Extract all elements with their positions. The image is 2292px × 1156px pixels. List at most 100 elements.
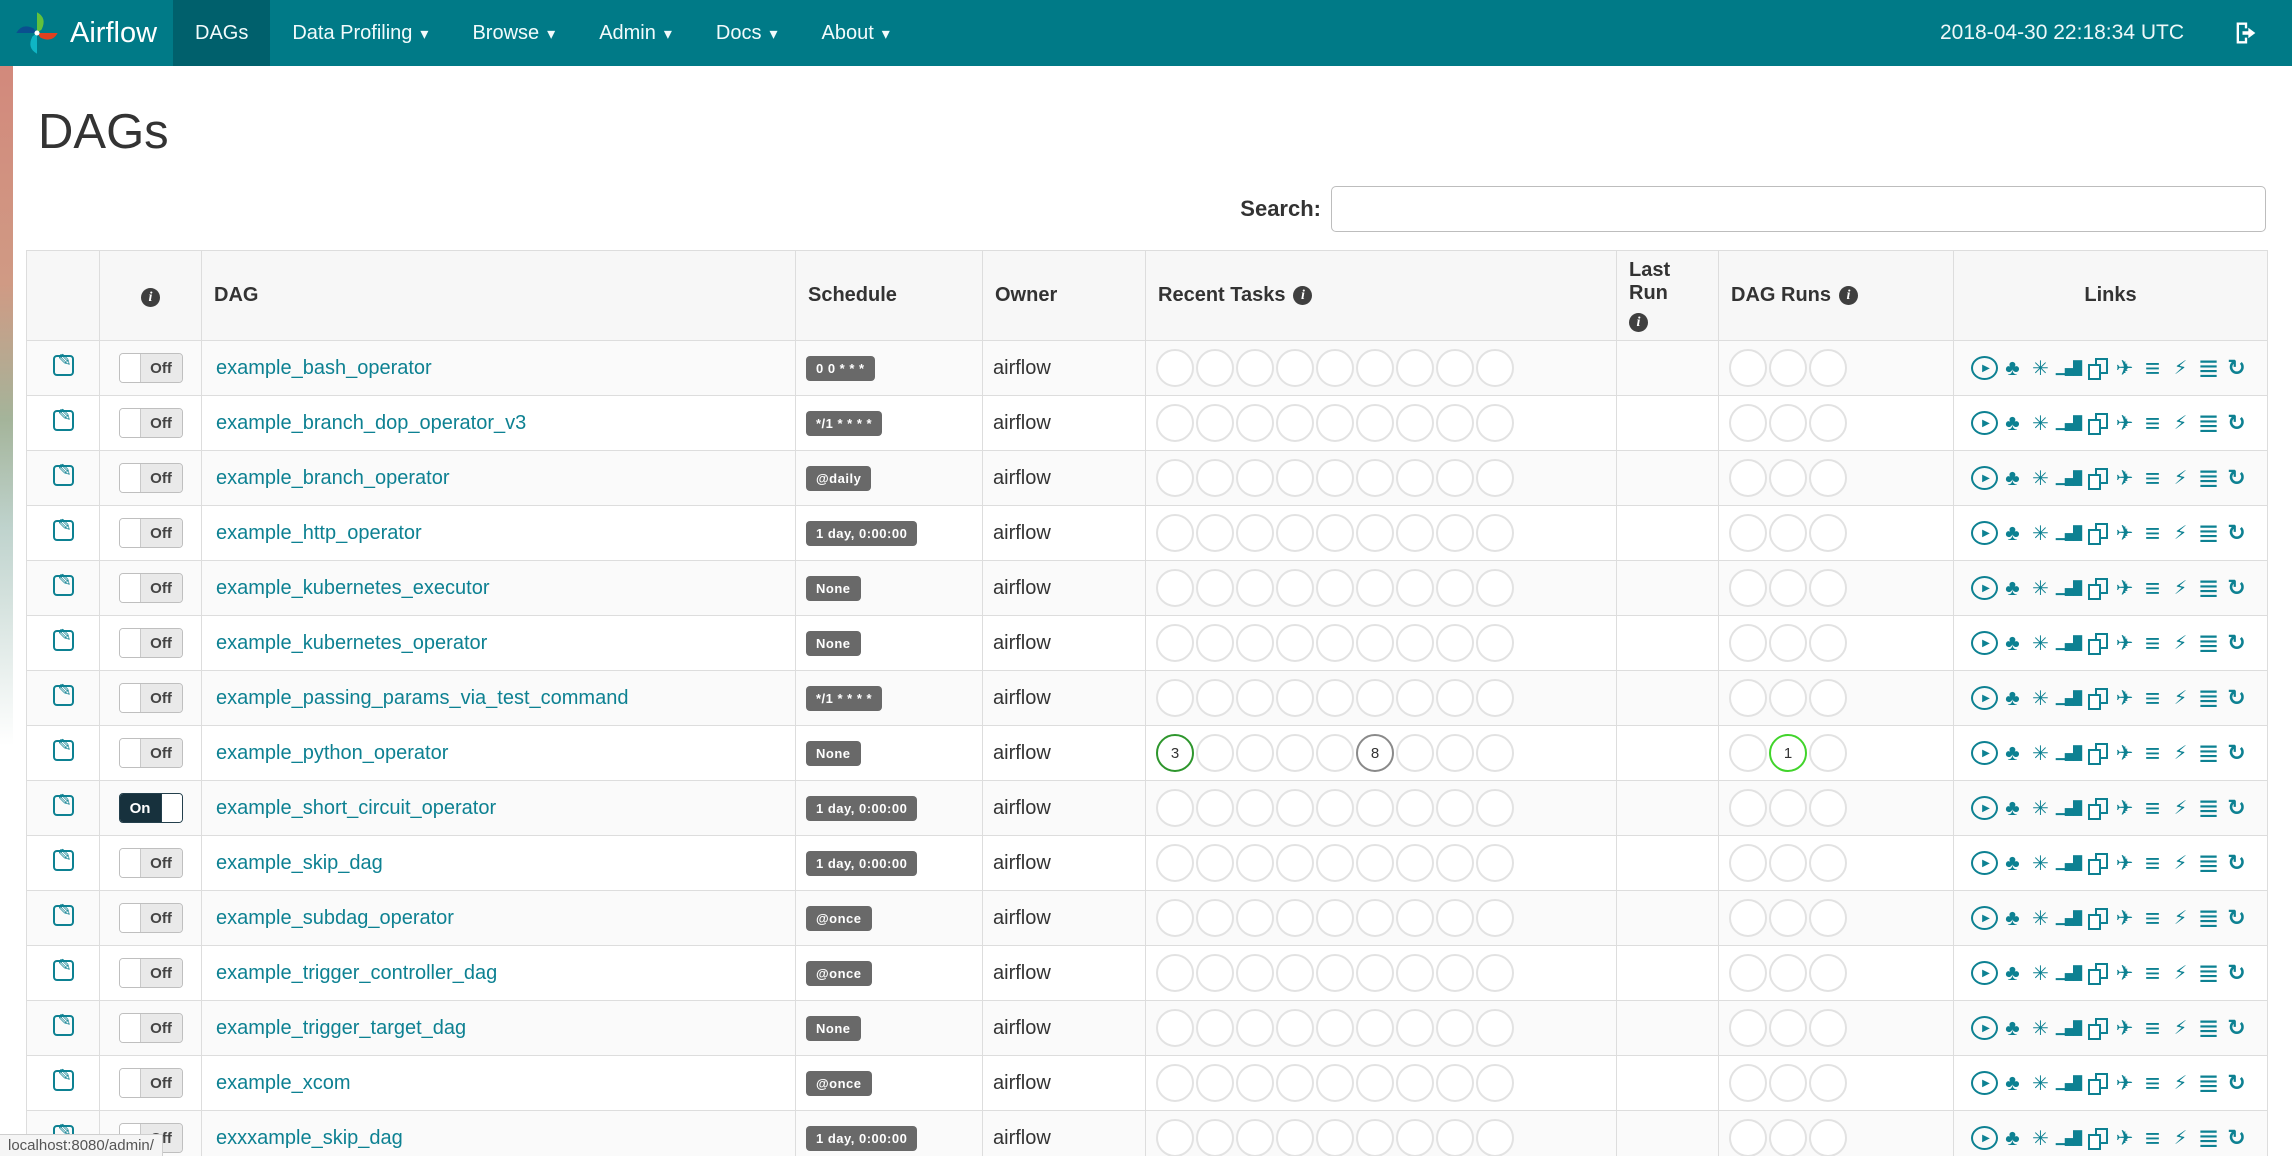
task-state-circle[interactable] — [1476, 789, 1514, 827]
task-state-circle[interactable] — [1276, 569, 1314, 607]
edit-dag-icon[interactable] — [52, 681, 74, 706]
schedule-badge[interactable]: None — [806, 575, 861, 601]
dag-pause-toggle[interactable]: On — [118, 793, 183, 823]
task-state-circle[interactable] — [1476, 679, 1514, 717]
dag-run-circle[interactable] — [1809, 514, 1847, 552]
dag-run-circle[interactable] — [1809, 954, 1847, 992]
schedule-badge[interactable]: */1 * * * * — [806, 410, 883, 436]
tree-view-icon[interactable] — [1999, 409, 2027, 437]
task-duration-icon[interactable] — [2055, 354, 2083, 382]
dag-link[interactable]: example_http_operator — [216, 522, 422, 544]
brand[interactable]: Airflow — [0, 0, 173, 66]
task-state-circle[interactable] — [1316, 789, 1354, 827]
code-view-icon[interactable] — [2167, 519, 2195, 547]
dag-link[interactable]: example_branch_operator — [216, 467, 450, 489]
task-state-circle[interactable] — [1436, 514, 1474, 552]
task-state-circle[interactable] — [1396, 789, 1434, 827]
task-tries-icon[interactable] — [2083, 629, 2111, 657]
refresh-icon[interactable] — [2223, 1014, 2251, 1042]
dag-link[interactable]: example_skip_dag — [216, 852, 383, 874]
task-state-circle[interactable] — [1396, 404, 1434, 442]
dag-run-circle[interactable] — [1729, 459, 1767, 497]
task-duration-icon[interactable] — [2055, 794, 2083, 822]
dag-run-circle[interactable] — [1729, 1119, 1767, 1156]
tree-view-icon[interactable] — [1999, 519, 2027, 547]
task-state-circle[interactable] — [1276, 899, 1314, 937]
task-state-circle[interactable] — [1156, 349, 1194, 387]
task-tries-icon[interactable] — [2083, 849, 2111, 877]
task-duration-icon[interactable] — [2055, 1069, 2083, 1097]
dag-details-icon[interactable] — [2195, 464, 2223, 492]
task-state-circle[interactable] — [1396, 459, 1434, 497]
task-state-circle[interactable] — [1436, 1064, 1474, 1102]
dag-run-circle[interactable]: 1 — [1769, 734, 1807, 772]
dag-run-circle[interactable] — [1809, 349, 1847, 387]
task-state-circle[interactable] — [1356, 844, 1394, 882]
task-tries-icon[interactable] — [2083, 739, 2111, 767]
refresh-icon[interactable] — [2223, 849, 2251, 877]
code-view-icon[interactable] — [2167, 574, 2195, 602]
edit-dag-icon[interactable] — [52, 846, 74, 871]
nav-item-dags[interactable]: DAGs — [173, 0, 271, 66]
trigger-dag-icon[interactable] — [1971, 354, 1999, 382]
code-view-icon[interactable] — [2167, 794, 2195, 822]
task-state-circle[interactable] — [1476, 954, 1514, 992]
task-state-circle[interactable] — [1356, 1064, 1394, 1102]
dag-run-circle[interactable] — [1809, 679, 1847, 717]
schedule-badge[interactable]: @once — [806, 1070, 872, 1096]
dag-link[interactable]: example_bash_operator — [216, 357, 432, 379]
task-state-circle[interactable] — [1196, 569, 1234, 607]
task-state-circle[interactable] — [1436, 569, 1474, 607]
gantt-view-icon[interactable] — [2139, 409, 2167, 437]
dag-run-circle[interactable] — [1729, 404, 1767, 442]
schedule-badge[interactable]: 1 day, 0:00:00 — [806, 850, 918, 876]
trigger-dag-icon[interactable] — [1971, 409, 1999, 437]
gantt-view-icon[interactable] — [2139, 1124, 2167, 1152]
dag-run-circle[interactable] — [1769, 1119, 1807, 1156]
edit-dag-icon[interactable] — [52, 901, 74, 926]
nav-item-about[interactable]: About — [800, 0, 912, 66]
task-state-circle[interactable] — [1276, 844, 1314, 882]
dag-link[interactable]: example_subdag_operator — [216, 907, 454, 929]
dag-run-circle[interactable] — [1809, 459, 1847, 497]
task-state-circle[interactable] — [1276, 789, 1314, 827]
task-state-circle[interactable] — [1276, 734, 1314, 772]
dag-run-circle[interactable] — [1769, 679, 1807, 717]
task-state-circle[interactable]: 3 — [1156, 734, 1194, 772]
dag-details-icon[interactable] — [2195, 959, 2223, 987]
task-state-circle[interactable] — [1396, 349, 1434, 387]
task-state-circle[interactable] — [1316, 844, 1354, 882]
task-state-circle[interactable] — [1236, 1119, 1274, 1156]
task-state-circle[interactable] — [1316, 734, 1354, 772]
dag-details-icon[interactable] — [2195, 739, 2223, 767]
task-state-circle[interactable] — [1436, 1009, 1474, 1047]
dag-run-circle[interactable] — [1769, 514, 1807, 552]
tree-view-icon[interactable] — [1999, 959, 2027, 987]
task-state-circle[interactable] — [1156, 624, 1194, 662]
task-state-circle[interactable] — [1236, 734, 1274, 772]
task-state-circle[interactable] — [1276, 349, 1314, 387]
gantt-view-icon[interactable] — [2139, 739, 2167, 767]
schedule-badge[interactable]: None — [806, 630, 861, 656]
task-state-circle[interactable] — [1436, 404, 1474, 442]
graph-view-icon[interactable] — [2027, 794, 2055, 822]
dag-run-circle[interactable] — [1809, 789, 1847, 827]
task-state-circle[interactable] — [1156, 789, 1194, 827]
info-icon[interactable] — [1839, 286, 1858, 305]
schedule-badge[interactable]: */1 * * * * — [806, 685, 883, 711]
code-view-icon[interactable] — [2167, 684, 2195, 712]
task-state-circle[interactable] — [1276, 1064, 1314, 1102]
dag-run-circle[interactable] — [1769, 899, 1807, 937]
refresh-icon[interactable] — [2223, 684, 2251, 712]
edit-dag-icon[interactable] — [52, 571, 74, 596]
tree-view-icon[interactable] — [1999, 1014, 2027, 1042]
trigger-dag-icon[interactable] — [1971, 684, 1999, 712]
dag-run-circle[interactable] — [1769, 569, 1807, 607]
schedule-badge[interactable]: 1 day, 0:00:00 — [806, 520, 918, 546]
code-view-icon[interactable] — [2167, 464, 2195, 492]
refresh-icon[interactable] — [2223, 739, 2251, 767]
tree-view-icon[interactable] — [1999, 629, 2027, 657]
dag-pause-toggle[interactable]: Off — [118, 353, 183, 383]
refresh-icon[interactable] — [2223, 409, 2251, 437]
dag-details-icon[interactable] — [2195, 574, 2223, 602]
